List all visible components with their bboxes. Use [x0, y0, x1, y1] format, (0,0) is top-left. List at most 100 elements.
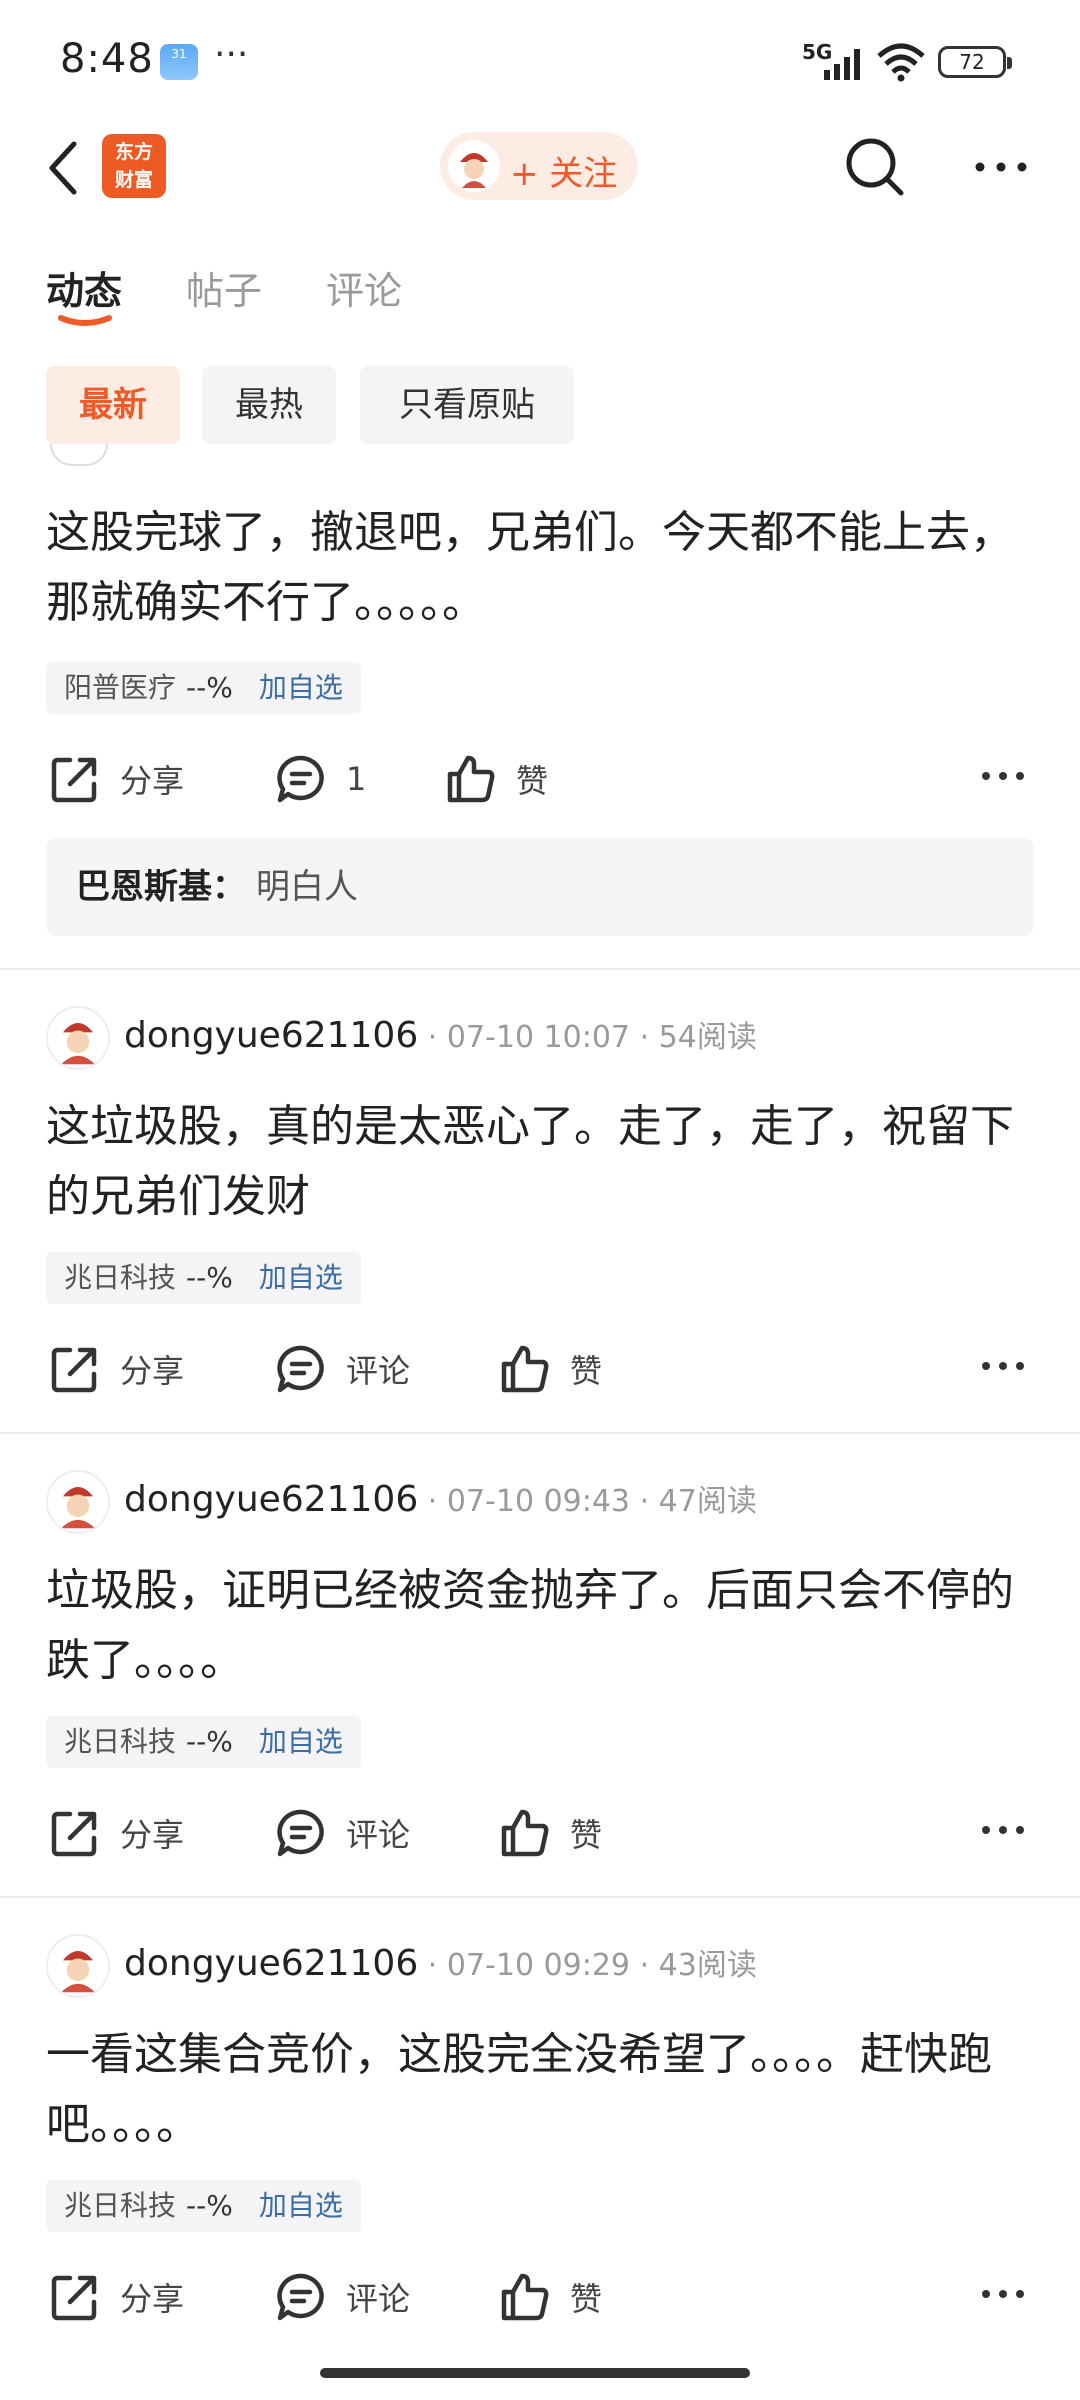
- tab-posts[interactable]: 帖子: [186, 260, 262, 315]
- post-meta: dongyue621106 · 07-10 09:29 · 43阅读: [124, 1943, 757, 1984]
- thumbs-up-icon: [501, 1345, 549, 1393]
- username[interactable]: dongyue621106: [124, 1015, 418, 1056]
- like-button[interactable]: 赞: [498, 1334, 602, 1404]
- avatar[interactable]: [46, 1006, 110, 1070]
- post-text[interactable]: 垃圾股，证明已经被资金抛弃了。后面只会不停的跌了。。。。: [46, 1556, 1036, 1696]
- like-button[interactable]: 赞: [444, 744, 548, 814]
- post-time: 07-10 09:43: [446, 1484, 631, 1519]
- stock-change: --%: [186, 1725, 233, 1758]
- share-icon: [51, 1347, 97, 1393]
- comment-button[interactable]: 评论: [274, 1798, 410, 1868]
- content-tabs: 动态 帖子 评论: [0, 250, 1080, 340]
- share-icon: [51, 757, 97, 803]
- home-indicator[interactable]: [320, 2368, 750, 2378]
- reply-author[interactable]: 巴恩斯基：: [76, 867, 246, 907]
- stock-tag[interactable]: 阳普医疗 --% 加自选: [46, 662, 361, 714]
- reply-preview[interactable]: 巴恩斯基： 明白人: [46, 838, 1034, 936]
- user-avatar-icon: [448, 140, 500, 192]
- like-label: 赞: [570, 1816, 603, 1854]
- stock-change: --%: [186, 1261, 233, 1294]
- comment-button[interactable]: 1: [274, 744, 366, 814]
- post-more-icon[interactable]: [978, 1810, 1028, 1850]
- comment-button[interactable]: 评论: [274, 2262, 410, 2332]
- follow-label: + 关注: [510, 154, 618, 194]
- post-actions: 分享 评论 赞: [0, 1334, 1080, 1404]
- filter-chips: 最新 最热 只看原贴: [0, 366, 1080, 446]
- comment-icon: [277, 755, 324, 803]
- username[interactable]: dongyue621106: [124, 1479, 418, 1520]
- share-button[interactable]: 分享: [48, 744, 184, 814]
- stock-tag[interactable]: 兆日科技 --% 加自选: [46, 1716, 361, 1768]
- thumbs-up-icon: [447, 755, 495, 803]
- post-actions: 分享 评论 赞: [0, 2262, 1080, 2332]
- stock-name: 兆日科技: [64, 1261, 177, 1294]
- comment-icon: [277, 1809, 324, 1857]
- share-button[interactable]: 分享: [48, 1798, 184, 1868]
- comment-button[interactable]: 评论: [274, 1334, 410, 1404]
- add-watchlist-link[interactable]: 加自选: [259, 1261, 343, 1294]
- read-count: 54阅读: [658, 1020, 757, 1055]
- like-button[interactable]: 赞: [498, 2262, 602, 2332]
- share-label: 分享: [120, 2280, 185, 2318]
- stock-change: --%: [186, 671, 233, 704]
- avatar[interactable]: [46, 1934, 110, 1998]
- back-icon[interactable]: [40, 138, 90, 198]
- comment-count: 1: [346, 760, 367, 798]
- post-time: 07-10 09:29: [446, 1948, 631, 1983]
- post-more-icon[interactable]: [978, 2274, 1028, 2314]
- filter-hot[interactable]: 最热: [202, 366, 336, 444]
- divider: [0, 968, 1080, 970]
- post-meta: dongyue621106 · 07-10 10:07 · 54阅读: [124, 1015, 757, 1056]
- filter-original-only[interactable]: 只看原贴: [360, 366, 574, 444]
- logo-text-top: 东方: [114, 141, 153, 163]
- like-label: 赞: [570, 2280, 603, 2318]
- avatar[interactable]: [46, 1470, 110, 1534]
- divider: [0, 1432, 1080, 1434]
- share-button[interactable]: 分享: [48, 2262, 184, 2332]
- more-options-icon[interactable]: [968, 134, 1034, 200]
- active-tab-indicator: [58, 315, 112, 326]
- stock-tag[interactable]: 兆日科技 --% 加自选: [46, 2180, 361, 2232]
- more-notifications-icon: ···: [214, 34, 249, 75]
- comment-label: 评论: [346, 1816, 411, 1854]
- app-logo[interactable]: 东方 财富: [102, 134, 166, 198]
- thumbs-up-icon: [501, 2273, 549, 2321]
- stock-tag[interactable]: 兆日科技 --% 加自选: [46, 1252, 361, 1304]
- post-text[interactable]: 这股完球了，撤退吧，兄弟们。今天都不能上去，那就确实不行了。。。。。: [46, 498, 1036, 638]
- like-label: 赞: [570, 1352, 603, 1390]
- read-count: 47阅读: [658, 1484, 757, 1519]
- post-actions: 分享 评论 赞: [0, 1798, 1080, 1868]
- add-watchlist-link[interactable]: 加自选: [259, 1725, 343, 1758]
- search-icon[interactable]: [842, 134, 908, 200]
- post-meta: dongyue621106 · 07-10 09:43 · 47阅读: [124, 1479, 757, 1520]
- follow-button[interactable]: + 关注: [440, 132, 638, 200]
- comment-icon: [277, 2273, 324, 2321]
- post-text[interactable]: 这垃圾股，真的是太恶心了。走了，走了，祝留下的兄弟们发财: [46, 1092, 1036, 1232]
- filter-latest[interactable]: 最新: [46, 366, 180, 444]
- stock-name: 兆日科技: [64, 2189, 177, 2222]
- stock-change: --%: [186, 2189, 233, 2222]
- tab-comments[interactable]: 评论: [326, 260, 402, 315]
- tab-dynamic[interactable]: 动态: [46, 260, 122, 315]
- calendar-icon: 31: [160, 44, 198, 80]
- post-text[interactable]: 一看这集合竞价，这股完全没希望了。。。。赶快跑吧。。。。: [46, 2020, 1036, 2160]
- post-more-icon[interactable]: [978, 756, 1028, 796]
- read-count: 43阅读: [658, 1948, 757, 1983]
- like-button[interactable]: 赞: [498, 1798, 602, 1868]
- thumbs-up-icon: [501, 1809, 549, 1857]
- username[interactable]: dongyue621106: [124, 1943, 418, 1984]
- logo-text-bottom: 财富: [114, 169, 153, 191]
- signal-icon: [824, 49, 860, 80]
- avatar[interactable]: [50, 444, 108, 466]
- post-more-icon[interactable]: [978, 1346, 1028, 1386]
- status-bar: 8:48 31 ··· 5G 72: [0, 0, 1080, 120]
- status-time: 8:48: [60, 36, 154, 82]
- share-button[interactable]: 分享: [48, 1334, 184, 1404]
- add-watchlist-link[interactable]: 加自选: [259, 671, 343, 704]
- like-label: 赞: [516, 762, 549, 800]
- share-label: 分享: [120, 762, 185, 800]
- divider: [0, 1896, 1080, 1898]
- add-watchlist-link[interactable]: 加自选: [259, 2189, 343, 2222]
- share-label: 分享: [120, 1816, 185, 1854]
- share-label: 分享: [120, 1352, 185, 1390]
